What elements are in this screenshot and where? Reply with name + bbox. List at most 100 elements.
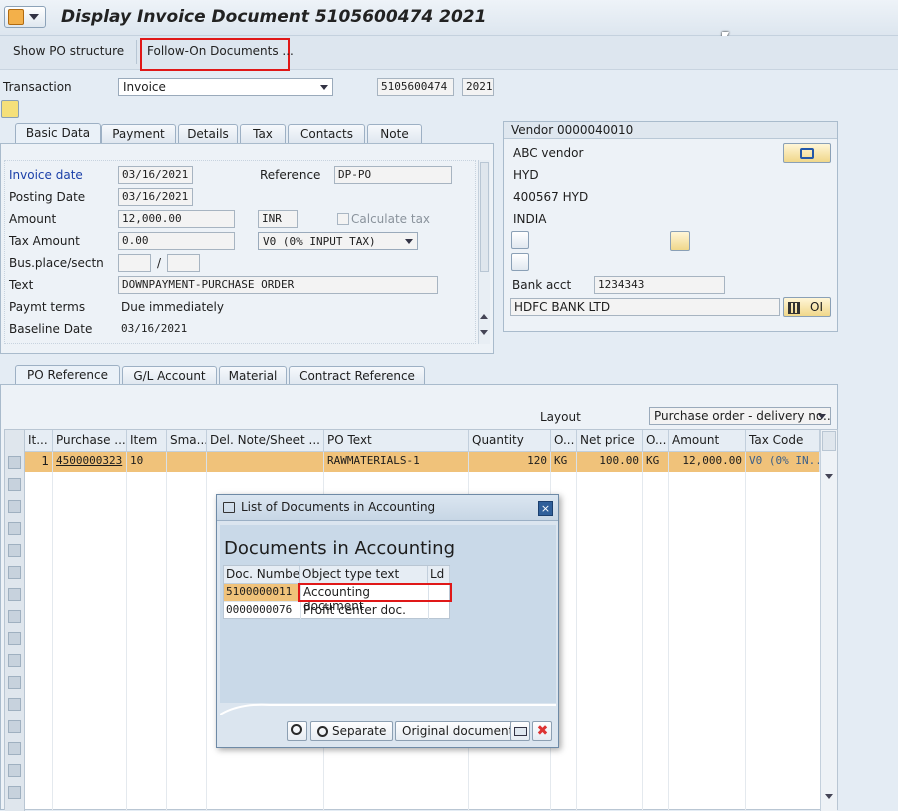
- vendor-edit-icon: [800, 148, 814, 159]
- grid-scrollbar[interactable]: [820, 430, 837, 811]
- dialog-footer-curve: [220, 703, 556, 715]
- tab-basic-data[interactable]: Basic Data: [15, 123, 101, 143]
- tab-material[interactable]: Material: [219, 366, 287, 385]
- scroll-down-icon[interactable]: [825, 794, 833, 799]
- col-header-item[interactable]: Item: [127, 430, 167, 452]
- calculate-tax-checkbox[interactable]: [337, 213, 349, 225]
- col-header-po-text[interactable]: PO Text: [324, 430, 469, 452]
- find-button[interactable]: [287, 721, 307, 741]
- layout-value: Purchase order - delivery no...: [654, 409, 831, 423]
- print-icon[interactable]: [670, 231, 690, 251]
- layout-select[interactable]: Purchase order - delivery no...: [649, 407, 831, 425]
- cell-del-note: [207, 452, 324, 472]
- tab-tax[interactable]: Tax: [240, 124, 286, 143]
- col-header-it[interactable]: It...: [25, 430, 53, 452]
- tab-details[interactable]: Details: [178, 124, 238, 143]
- system-menu-button[interactable]: [4, 6, 46, 28]
- cancel-button[interactable]: ✖: [532, 721, 552, 741]
- posting-date-label: Posting Date: [9, 190, 86, 204]
- text-field[interactable]: DOWNPAYMENT-PURCHASE ORDER: [118, 276, 438, 294]
- cancel-icon: ✖: [536, 723, 549, 739]
- print-icon: [514, 727, 527, 736]
- col-header-tax-code[interactable]: Tax Code: [746, 430, 820, 452]
- dialog-title: List of Documents in Accounting: [241, 500, 436, 514]
- col-header-net-price[interactable]: Net price: [577, 430, 643, 452]
- show-po-structure-button[interactable]: Show PO structure: [13, 44, 124, 58]
- col-header-sma[interactable]: Sma...: [167, 430, 207, 452]
- col-header-ld[interactable]: Ld: [428, 566, 450, 584]
- section-field[interactable]: [167, 254, 200, 272]
- posting-date-field[interactable]: 03/16/2021: [118, 188, 193, 206]
- col-header-del-note[interactable]: Del. Note/Sheet ...: [207, 430, 324, 452]
- tab-note[interactable]: Note: [367, 124, 422, 143]
- col-header-order-unit[interactable]: O...: [643, 430, 669, 452]
- chevron-down-icon: [818, 414, 826, 419]
- currency-field[interactable]: INR: [258, 210, 298, 228]
- invoice-date-label: Invoice date: [9, 168, 83, 182]
- documents-dialog: List of Documents in Accounting × Docume…: [216, 494, 559, 748]
- cell-item: 10: [127, 452, 167, 472]
- dialog-list-icon: [223, 502, 235, 513]
- tab-contacts[interactable]: Contacts: [288, 124, 365, 143]
- table-row[interactable]: 1 4500000323 10 RAWMATERIALS-1 120 KG 10…: [25, 452, 820, 472]
- doc-number-field: 5105600474: [377, 78, 454, 96]
- reference-field[interactable]: DP-PO: [334, 166, 452, 184]
- cell-net-price: 100.00: [577, 452, 643, 472]
- tab-payment[interactable]: Payment: [101, 124, 176, 143]
- col-header-purchase-order[interactable]: Purchase ...: [53, 430, 127, 452]
- cell-it: 1: [25, 452, 53, 472]
- cell-doc-number[interactable]: 5100000011: [224, 584, 300, 601]
- bus-place-label: Bus.place/sectn: [9, 256, 104, 270]
- chevron-down-icon: [320, 85, 328, 90]
- cell-purchase-order[interactable]: 4500000323: [53, 452, 127, 472]
- baseline-date-label: Baseline Date: [9, 322, 93, 336]
- tab-contract-reference[interactable]: Contract Reference: [289, 366, 425, 385]
- open-items-button[interactable]: OI: [783, 297, 831, 317]
- cell-amount: 12,000.00: [669, 452, 746, 472]
- print-button[interactable]: [510, 721, 530, 741]
- cell-object-type[interactable]: Profit center doc.: [300, 602, 428, 619]
- scroll-up-icon[interactable]: [480, 314, 488, 319]
- bus-place-field[interactable]: [118, 254, 151, 272]
- scroll-down-icon[interactable]: [825, 474, 833, 479]
- tax-code-select[interactable]: V0 (0% INPUT TAX): [258, 232, 418, 250]
- bank-acct-field[interactable]: 1234343: [594, 276, 725, 294]
- excel-icon[interactable]: [511, 253, 529, 271]
- basic-data-scrollbar[interactable]: [478, 160, 490, 344]
- col-header-uom[interactable]: O...: [551, 430, 577, 452]
- application-toolbar: [0, 36, 898, 70]
- tree-toggle-icon[interactable]: [1, 100, 19, 118]
- amount-field[interactable]: 12,000.00: [118, 210, 235, 228]
- tax-amount-field[interactable]: 0.00: [118, 232, 235, 250]
- tax-amount-label: Tax Amount: [9, 234, 80, 248]
- original-document-button[interactable]: Original document: [395, 721, 521, 741]
- calculator-icon: [788, 302, 800, 314]
- col-header-object-type[interactable]: Object type text: [300, 566, 428, 584]
- bank-details-icon[interactable]: [511, 231, 529, 249]
- tab-gl-account[interactable]: G/L Account: [122, 366, 217, 385]
- transaction-select[interactable]: Invoice: [118, 78, 333, 96]
- invoice-date-field[interactable]: 03/16/2021: [118, 166, 193, 184]
- dialog-heading: Documents in Accounting: [224, 538, 455, 559]
- tab-po-reference[interactable]: PO Reference: [15, 365, 120, 385]
- cell-uom: KG: [551, 452, 577, 472]
- year-field: 2021: [462, 78, 494, 96]
- cell-doc-number[interactable]: 0000000076: [224, 602, 300, 619]
- col-header-amount[interactable]: Amount: [669, 430, 746, 452]
- text-label: Text: [9, 278, 34, 292]
- bank-acct-label: Bank acct: [512, 278, 572, 292]
- col-header-quantity[interactable]: Quantity: [469, 430, 551, 452]
- table-row[interactable]: 0000000076 Profit center doc.: [224, 602, 450, 619]
- follow-on-documents-button[interactable]: Follow-On Documents ...: [147, 44, 294, 58]
- col-header-doc-number[interactable]: Doc. Number: [224, 566, 300, 584]
- row-selector-column[interactable]: [5, 430, 25, 811]
- close-icon[interactable]: ×: [538, 501, 553, 516]
- cell-order-unit: KG: [643, 452, 669, 472]
- vendor-country: INDIA: [513, 212, 547, 226]
- vendor-postal: 400567 HYD: [513, 190, 589, 204]
- dialog-title-bar[interactable]: List of Documents in Accounting ×: [217, 495, 558, 521]
- vendor-edit-button[interactable]: [783, 143, 831, 163]
- scroll-down-icon[interactable]: [480, 330, 488, 335]
- separate-button[interactable]: Separate: [310, 721, 394, 741]
- page-title: Display Invoice Document 5105600474 2021: [61, 7, 487, 27]
